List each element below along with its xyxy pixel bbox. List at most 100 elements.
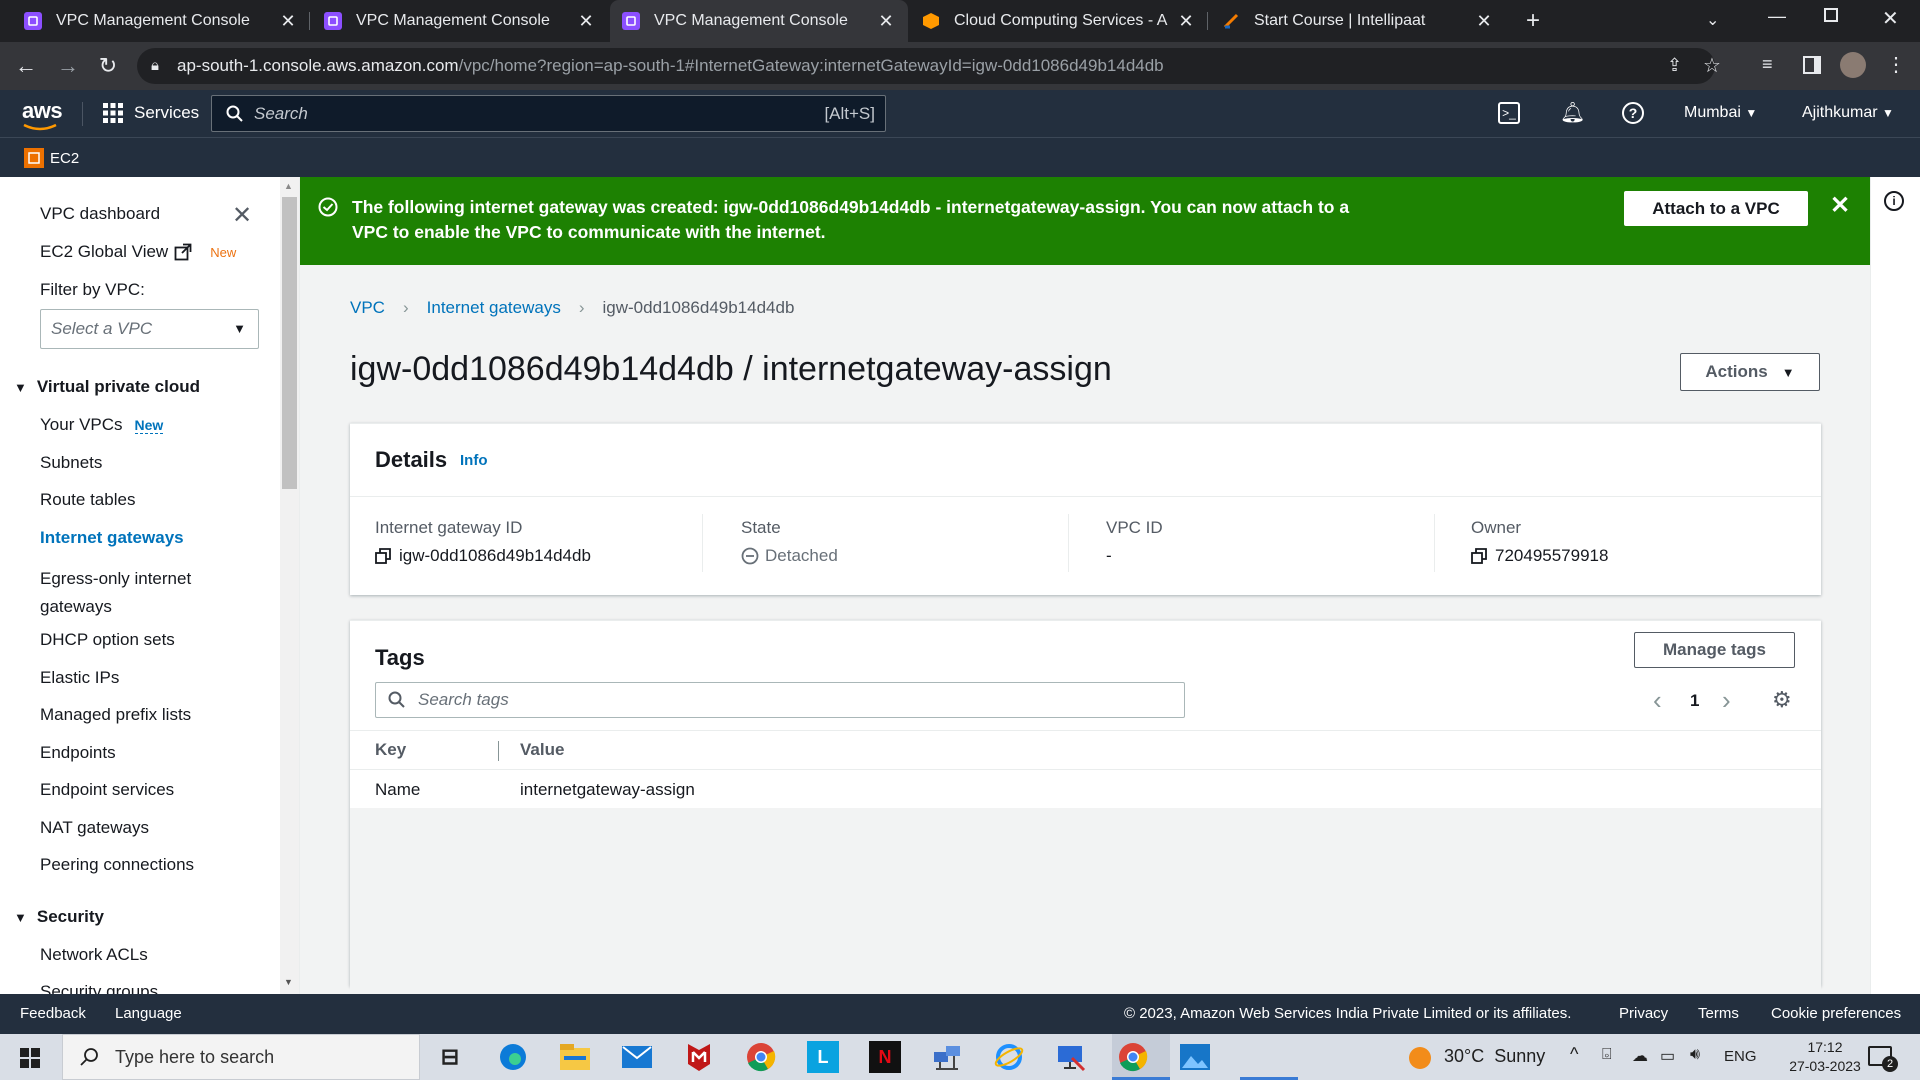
- restore-icon[interactable]: [1824, 8, 1838, 22]
- reload-icon[interactable]: ↻: [94, 52, 122, 80]
- remote-desktop-icon[interactable]: [1055, 1041, 1087, 1073]
- weather-text[interactable]: 30°C Sunny: [1444, 1046, 1545, 1067]
- sidebar-item-ec2-global-view[interactable]: EC2 Global View New: [40, 242, 236, 262]
- info-panel-icon[interactable]: i: [1884, 191, 1904, 211]
- sidebar-item-peering-connections[interactable]: Peering connections: [40, 855, 194, 875]
- manage-tags-button[interactable]: Manage tags: [1634, 632, 1795, 668]
- cloudshell-icon[interactable]: >_: [1498, 102, 1520, 124]
- attach-to-vpc-button[interactable]: Attach to a VPC: [1624, 191, 1808, 226]
- photos-icon[interactable]: [1179, 1041, 1211, 1073]
- browser-tab[interactable]: Start Course | Intellipaat ✕: [1210, 0, 1506, 42]
- browser-tab[interactable]: VPC Management Console ✕: [12, 0, 310, 42]
- address-bar[interactable]: 🔒︎ ap-south-1.console.aws.amazon.com/vpc…: [137, 48, 1721, 84]
- notifications-bell-icon[interactable]: 🔔︎: [1560, 100, 1585, 125]
- minimize-icon[interactable]: —: [1768, 6, 1786, 27]
- actions-button[interactable]: Actions ▼: [1680, 353, 1820, 391]
- close-tab-icon[interactable]: ✕: [1176, 11, 1196, 32]
- edge-icon[interactable]: [497, 1041, 529, 1073]
- profile-avatar[interactable]: [1840, 52, 1866, 78]
- browser-tab[interactable]: Cloud Computing Services - Ama ✕: [910, 0, 1208, 42]
- forward-icon[interactable]: →: [54, 52, 82, 80]
- help-icon[interactable]: ?: [1622, 102, 1644, 124]
- sidebar-item-endpoint-services[interactable]: Endpoint services: [40, 780, 174, 800]
- close-tab-icon[interactable]: ✕: [876, 11, 896, 32]
- previous-page-icon[interactable]: ‹: [1653, 685, 1662, 716]
- network-app-icon[interactable]: [931, 1041, 963, 1073]
- share-icon[interactable]: ⇪: [1667, 55, 1682, 76]
- task-view-icon[interactable]: ⊟: [434, 1041, 466, 1073]
- mail-icon[interactable]: [621, 1041, 653, 1073]
- region-selector[interactable]: Mumbai ▼: [1684, 104, 1757, 122]
- vpc-filter-select[interactable]: Select a VPC ▼: [40, 309, 259, 349]
- settings-gear-icon[interactable]: ⚙: [1772, 689, 1792, 711]
- sidebar-item-managed-prefix-lists[interactable]: Managed prefix lists: [40, 705, 191, 725]
- back-icon[interactable]: ←: [12, 52, 40, 80]
- show-hidden-icons-chevron-icon[interactable]: ^: [1570, 1044, 1578, 1065]
- sidebar-item-endpoints[interactable]: Endpoints: [40, 743, 116, 763]
- copy-icon[interactable]: [375, 548, 391, 564]
- tray-device-icon[interactable]: ⌻: [1602, 1046, 1612, 1064]
- section-virtual-private-cloud[interactable]: ▼ Virtual private cloud: [14, 377, 200, 397]
- language-link[interactable]: Language: [115, 1005, 182, 1022]
- sidebar-item-security-groups[interactable]: Security groups: [40, 982, 158, 994]
- scroll-up-icon[interactable]: ▲: [284, 181, 293, 191]
- taskbar-search-input[interactable]: Type here to search: [62, 1034, 420, 1080]
- close-sidebar-icon[interactable]: ✕: [232, 201, 252, 230]
- column-header-value[interactable]: Value: [520, 740, 564, 760]
- sidebar-scrollbar[interactable]: ▲ ▼: [280, 177, 299, 994]
- privacy-link[interactable]: Privacy: [1619, 1005, 1668, 1022]
- tags-search-input[interactable]: Search tags: [375, 682, 1185, 718]
- file-explorer-icon[interactable]: [559, 1041, 591, 1073]
- sidebar-item-internet-gateways[interactable]: Internet gateways: [40, 528, 184, 548]
- page-number[interactable]: 1: [1690, 691, 1699, 711]
- volume-icon[interactable]: 🔊︎: [1690, 1046, 1700, 1064]
- chrome-icon[interactable]: [1117, 1041, 1149, 1073]
- new-badge[interactable]: New: [134, 417, 164, 434]
- netflix-icon[interactable]: N: [869, 1041, 901, 1073]
- tray-cloud-icon[interactable]: ☁: [1632, 1046, 1648, 1066]
- sidebar-item-vpc-dashboard[interactable]: VPC dashboard: [40, 204, 160, 224]
- mcafee-icon[interactable]: [683, 1041, 715, 1073]
- breadcrumb-internet-gateways[interactable]: Internet gateways: [427, 298, 561, 318]
- sidebar-item-subnets[interactable]: Subnets: [40, 453, 102, 473]
- account-menu[interactable]: Ajithkumar ▼: [1802, 104, 1894, 122]
- chrome-icon[interactable]: [745, 1041, 777, 1073]
- reading-list-icon[interactable]: ≡: [1762, 54, 1773, 75]
- clock[interactable]: 17:12 27-03-2023: [1780, 1038, 1870, 1076]
- breadcrumb-vpc[interactable]: VPC: [350, 298, 385, 318]
- close-tab-icon[interactable]: ✕: [1474, 11, 1494, 32]
- close-tab-icon[interactable]: ✕: [576, 11, 596, 32]
- next-page-icon[interactable]: ›: [1722, 685, 1731, 716]
- side-panel-icon[interactable]: [1803, 56, 1821, 74]
- dismiss-flash-icon[interactable]: ✕: [1830, 193, 1850, 218]
- feedback-link[interactable]: Feedback: [20, 1005, 86, 1022]
- sidebar-item-egress-only-internet-gateways[interactable]: Egress-only internet gateways: [40, 565, 240, 621]
- aws-logo[interactable]: aws: [22, 98, 63, 124]
- tab-search-chevron-icon[interactable]: ⌄: [1706, 10, 1719, 30]
- input-language[interactable]: ENG: [1724, 1048, 1757, 1065]
- sidebar-item-dhcp-option-sets[interactable]: DHCP option sets: [40, 630, 175, 650]
- services-menu[interactable]: Services: [102, 102, 199, 124]
- aws-search-input[interactable]: Search [Alt+S]: [211, 95, 886, 132]
- scrollbar-thumb[interactable]: [282, 197, 297, 489]
- ec2-shortcut[interactable]: EC2: [24, 148, 79, 168]
- tray-display-icon[interactable]: ▭: [1660, 1046, 1675, 1066]
- sidebar-item-nat-gateways[interactable]: NAT gateways: [40, 818, 149, 838]
- section-security[interactable]: ▼ Security: [14, 907, 104, 927]
- copy-icon[interactable]: [1471, 548, 1487, 564]
- l-app-icon[interactable]: L: [807, 1041, 839, 1073]
- sidebar-item-your-vpcs[interactable]: Your VPCs New: [40, 415, 164, 435]
- sidebar-item-route-tables[interactable]: Route tables: [40, 490, 135, 510]
- close-tab-icon[interactable]: ✕: [278, 11, 298, 32]
- close-window-icon[interactable]: ✕: [1882, 6, 1899, 31]
- sidebar-item-elastic-ips[interactable]: Elastic IPs: [40, 668, 119, 688]
- sidebar-item-network-acls[interactable]: Network ACLs: [40, 945, 148, 965]
- scroll-down-icon[interactable]: ▼: [284, 977, 293, 987]
- terms-link[interactable]: Terms: [1698, 1005, 1739, 1022]
- internet-explorer-icon[interactable]: [993, 1041, 1025, 1073]
- browser-menu-icon[interactable]: ⋮: [1886, 52, 1906, 77]
- cookie-preferences-link[interactable]: Cookie preferences: [1771, 1005, 1901, 1022]
- browser-tab-active[interactable]: VPC Management Console ✕: [610, 0, 908, 42]
- new-tab-icon[interactable]: +: [1520, 8, 1546, 34]
- column-header-key[interactable]: Key: [375, 740, 406, 760]
